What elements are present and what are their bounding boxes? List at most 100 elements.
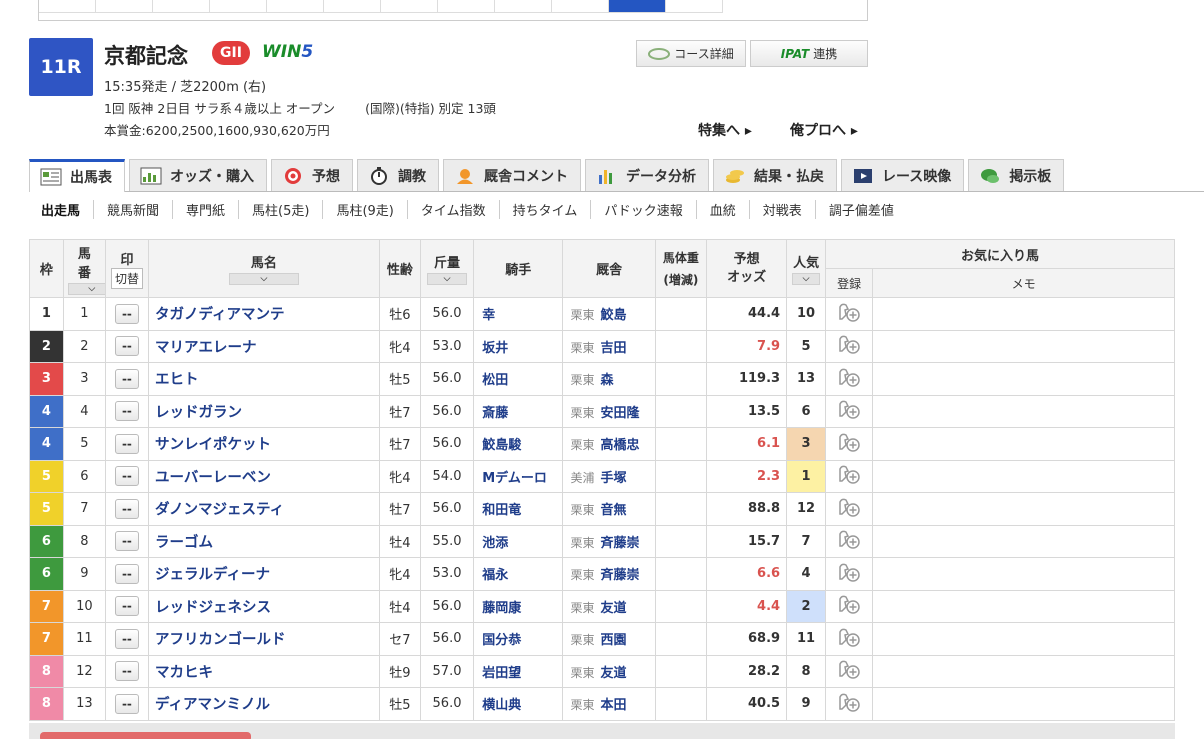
jockey-link[interactable]: 鮫島駿 xyxy=(473,427,564,461)
orepro-link[interactable]: 俺プロへ ▸ xyxy=(790,120,858,140)
race-tab[interactable] xyxy=(39,0,96,13)
mark-select-button[interactable]: -- xyxy=(114,401,139,422)
tab-race-video[interactable]: レース映像 xyxy=(841,159,965,191)
jockey-link[interactable]: 国分恭 xyxy=(473,622,564,656)
race-tab[interactable] xyxy=(381,0,438,13)
subnav-umabashira5[interactable]: 馬柱(5走) xyxy=(238,199,322,219)
mark-select-button[interactable]: -- xyxy=(114,466,139,487)
memo-cell[interactable] xyxy=(872,557,1175,591)
trainer-link[interactable]: 手塚 xyxy=(600,471,626,486)
horse-name-link[interactable]: タガノディアマンテ xyxy=(147,297,380,331)
race-tab[interactable] xyxy=(210,0,267,13)
jockey-link[interactable]: 岩田望 xyxy=(473,654,564,688)
col-weight[interactable]: 斤量 ⌵ xyxy=(419,239,475,298)
mark-select-button[interactable]: -- xyxy=(114,693,139,714)
memo-cell[interactable] xyxy=(872,492,1175,526)
jockey-link[interactable]: 和田竜 xyxy=(473,492,564,526)
horse-name-link[interactable]: ダノンマジェスティ xyxy=(147,492,380,526)
mark-select-button[interactable]: -- xyxy=(114,433,139,454)
memo-cell[interactable] xyxy=(872,524,1175,558)
subnav-ketto[interactable]: 血統 xyxy=(695,199,749,219)
horse-name-link[interactable]: マカヒキ xyxy=(147,654,380,688)
race-tab-current[interactable] xyxy=(609,0,666,13)
trainer-link[interactable]: 斉藤崇 xyxy=(600,536,639,551)
trainer-link[interactable]: 友道 xyxy=(600,601,626,616)
col-umaban[interactable]: 馬番 ⌵ xyxy=(62,239,106,298)
horse-name-link[interactable]: マリアエレーナ xyxy=(147,329,380,363)
mark-select-button[interactable]: -- xyxy=(114,531,139,552)
mark-select-button[interactable]: -- xyxy=(114,628,139,649)
trainer-link[interactable]: 友道 xyxy=(600,666,626,681)
add-favorite-icon[interactable] xyxy=(836,626,862,648)
mark-select-button[interactable]: -- xyxy=(114,498,139,519)
memo-cell[interactable] xyxy=(872,329,1175,363)
add-favorite-icon[interactable] xyxy=(836,528,862,550)
add-favorite-icon[interactable] xyxy=(836,496,862,518)
trainer-link[interactable]: 安田隆 xyxy=(600,406,639,421)
memo-cell[interactable] xyxy=(872,687,1175,721)
add-favorite-icon[interactable] xyxy=(836,301,862,323)
jockey-link[interactable]: 松田 xyxy=(473,362,564,396)
horse-name-link[interactable]: エヒト xyxy=(147,362,380,396)
subnav-taisen[interactable]: 対戦表 xyxy=(748,199,815,219)
sort-icon[interactable]: ⌵ xyxy=(427,273,468,285)
ipat-link-button[interactable]: IPAT 連携 xyxy=(750,40,868,67)
tab-yoso[interactable]: 予想 xyxy=(271,159,353,191)
subnav-senmonshi[interactable]: 専門紙 xyxy=(172,199,238,219)
sort-icon[interactable]: ⌵ xyxy=(67,282,105,295)
col-horse[interactable]: 馬名 ⌵ xyxy=(147,239,380,298)
trainer-link[interactable]: 本田 xyxy=(600,698,626,713)
race-tab[interactable] xyxy=(495,0,552,13)
jockey-link[interactable]: 福永 xyxy=(473,557,564,591)
race-tab[interactable] xyxy=(666,0,723,13)
tab-bbs[interactable]: 掲示板 xyxy=(968,159,1065,191)
add-favorite-icon[interactable] xyxy=(836,593,862,615)
jockey-link[interactable]: 池添 xyxy=(473,524,564,558)
memo-cell[interactable] xyxy=(872,622,1175,656)
race-tab[interactable] xyxy=(438,0,495,13)
horse-name-link[interactable]: レッドガラン xyxy=(147,394,380,428)
race-tab[interactable] xyxy=(96,0,153,13)
add-favorite-icon[interactable] xyxy=(836,561,862,583)
trainer-link[interactable]: 鮫島 xyxy=(600,308,626,323)
race-tab[interactable] xyxy=(267,0,324,13)
sort-icon[interactable]: ⌵ xyxy=(792,273,821,285)
horse-name-link[interactable]: ユーバーレーベン xyxy=(147,459,380,493)
tab-data-analysis[interactable]: データ分析 xyxy=(585,159,709,191)
race-tab[interactable] xyxy=(552,0,609,13)
trainer-link[interactable]: 西園 xyxy=(600,633,626,648)
add-favorite-icon[interactable] xyxy=(836,398,862,420)
race-tab[interactable] xyxy=(153,0,210,13)
subnav-choshi[interactable]: 調子偏差値 xyxy=(814,199,907,219)
mark-select-button[interactable]: -- xyxy=(114,563,139,584)
trainer-link[interactable]: 森 xyxy=(600,373,613,388)
bottom-action-button[interactable] xyxy=(40,732,251,739)
memo-cell[interactable] xyxy=(872,297,1175,331)
mark-select-button[interactable]: -- xyxy=(114,303,139,324)
horse-name-link[interactable]: サンレイポケット xyxy=(147,427,380,461)
tab-chokyo[interactable]: 調教 xyxy=(357,159,439,191)
subnav-shusso[interactable]: 出走馬 xyxy=(29,200,93,219)
course-detail-button[interactable]: コース詳細 xyxy=(636,40,746,67)
mark-select-button[interactable]: -- xyxy=(114,596,139,617)
tab-shutsuba[interactable]: 出馬表 xyxy=(29,159,125,192)
tab-odds[interactable]: オッズ・購入 xyxy=(129,159,267,191)
subnav-paddock[interactable]: パドック速報 xyxy=(590,199,695,219)
jockey-link[interactable]: 横山典 xyxy=(473,687,564,721)
trainer-link[interactable]: 斉藤崇 xyxy=(600,568,639,583)
add-favorite-icon[interactable] xyxy=(836,691,862,713)
add-favorite-icon[interactable] xyxy=(836,658,862,680)
subnav-keiba-shinbun[interactable]: 競馬新聞 xyxy=(93,199,172,219)
subnav-mochi-time[interactable]: 持ちタイム xyxy=(498,199,591,219)
subnav-time-index[interactable]: タイム指数 xyxy=(406,199,499,219)
tab-kyusha-comment[interactable]: 厩舎コメント xyxy=(443,159,581,191)
memo-cell[interactable] xyxy=(872,654,1175,688)
jockey-link[interactable]: 幸 xyxy=(473,297,564,331)
sort-icon[interactable]: ⌵ xyxy=(228,273,299,285)
mark-select-button[interactable]: -- xyxy=(114,336,139,357)
horse-name-link[interactable]: ディアマンミノル xyxy=(147,687,380,721)
memo-cell[interactable] xyxy=(872,459,1175,493)
kirikae-button[interactable]: 切替 xyxy=(110,267,143,289)
add-favorite-icon[interactable] xyxy=(836,333,862,355)
memo-cell[interactable] xyxy=(872,394,1175,428)
